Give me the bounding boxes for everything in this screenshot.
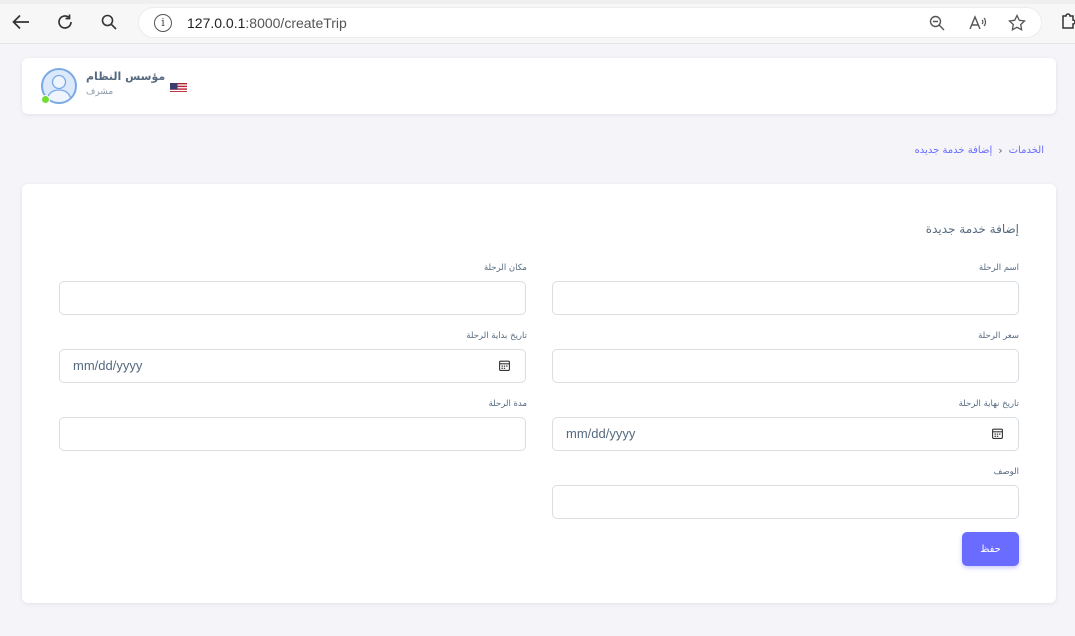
trip-end-date-input[interactable]: mm/dd/yyyy xyxy=(552,417,1019,451)
add-service-form-card: إضافة خدمة جديدة اسم الرحلة مكان الرحلة … xyxy=(22,184,1056,603)
puzzle-icon xyxy=(1062,13,1075,29)
breadcrumb-services[interactable]: الخدمات xyxy=(1009,145,1044,156)
back-button[interactable] xyxy=(8,9,34,35)
extensions-button[interactable] xyxy=(1060,12,1075,34)
calendar-icon[interactable] xyxy=(499,360,510,371)
chevron-left-icon: ‹ xyxy=(998,144,1003,157)
description-input[interactable] xyxy=(552,485,1019,519)
description-label: الوصف xyxy=(993,467,1019,477)
form-title: إضافة خدمة جديدة xyxy=(925,222,1019,236)
search-button[interactable] xyxy=(96,9,122,35)
url-host: 127.0.0.1 xyxy=(187,15,246,31)
reload-button[interactable] xyxy=(52,9,78,35)
online-status-dot xyxy=(41,95,50,104)
address-url[interactable]: 127.0.0.1:8000/createTrip xyxy=(187,15,347,31)
trip-price-label: سعر الرحلة xyxy=(978,331,1019,341)
back-arrow-icon xyxy=(12,14,29,30)
reload-icon xyxy=(58,14,72,29)
trip-start-date-placeholder: mm/dd/yyyy xyxy=(73,358,143,373)
address-bar[interactable]: i 127.0.0.1:8000/createTrip xyxy=(138,7,1042,38)
trip-name-label: اسم الرحلة xyxy=(978,263,1019,273)
favorite-button[interactable] xyxy=(1006,12,1028,34)
star-icon xyxy=(1008,14,1026,32)
tab-strip xyxy=(0,0,1075,4)
trip-price-input[interactable] xyxy=(552,349,1019,383)
trip-place-label: مكان الرحلة xyxy=(483,263,527,273)
us-flag-icon[interactable] xyxy=(170,80,187,92)
breadcrumb: الخدمات ‹ إضافة خدمة جديده xyxy=(915,144,1044,157)
calendar-icon[interactable] xyxy=(992,428,1003,439)
read-aloud-icon xyxy=(969,15,987,30)
user-role: مشرف xyxy=(86,87,114,97)
url-path: :8000/createTrip xyxy=(245,15,347,31)
save-button[interactable]: حفظ xyxy=(962,532,1019,566)
search-icon xyxy=(101,14,117,30)
trip-duration-input[interactable] xyxy=(59,417,526,451)
trip-start-date-label: تاريخ بداية الرحلة xyxy=(466,331,527,341)
trip-duration-label: مدة الرحلة xyxy=(488,399,527,409)
user-name: مؤسس النظام xyxy=(86,70,166,83)
top-navbar: مؤسس النظام مشرف xyxy=(22,58,1056,114)
read-aloud-button[interactable] xyxy=(967,12,989,34)
trip-end-date-label: تاريخ نهاية الرحلة xyxy=(958,399,1019,409)
breadcrumb-current[interactable]: إضافة خدمة جديده xyxy=(915,145,993,156)
trip-start-date-input[interactable]: mm/dd/yyyy xyxy=(59,349,526,383)
zoom-out-icon xyxy=(929,15,945,31)
zoom-out-button[interactable] xyxy=(926,12,948,34)
trip-place-input[interactable] xyxy=(59,281,526,315)
trip-end-date-placeholder: mm/dd/yyyy xyxy=(566,426,636,441)
browser-toolbar: i 127.0.0.1:8000/createTrip xyxy=(0,0,1075,44)
trip-name-input[interactable] xyxy=(552,281,1019,315)
site-info-icon[interactable]: i xyxy=(154,14,172,32)
